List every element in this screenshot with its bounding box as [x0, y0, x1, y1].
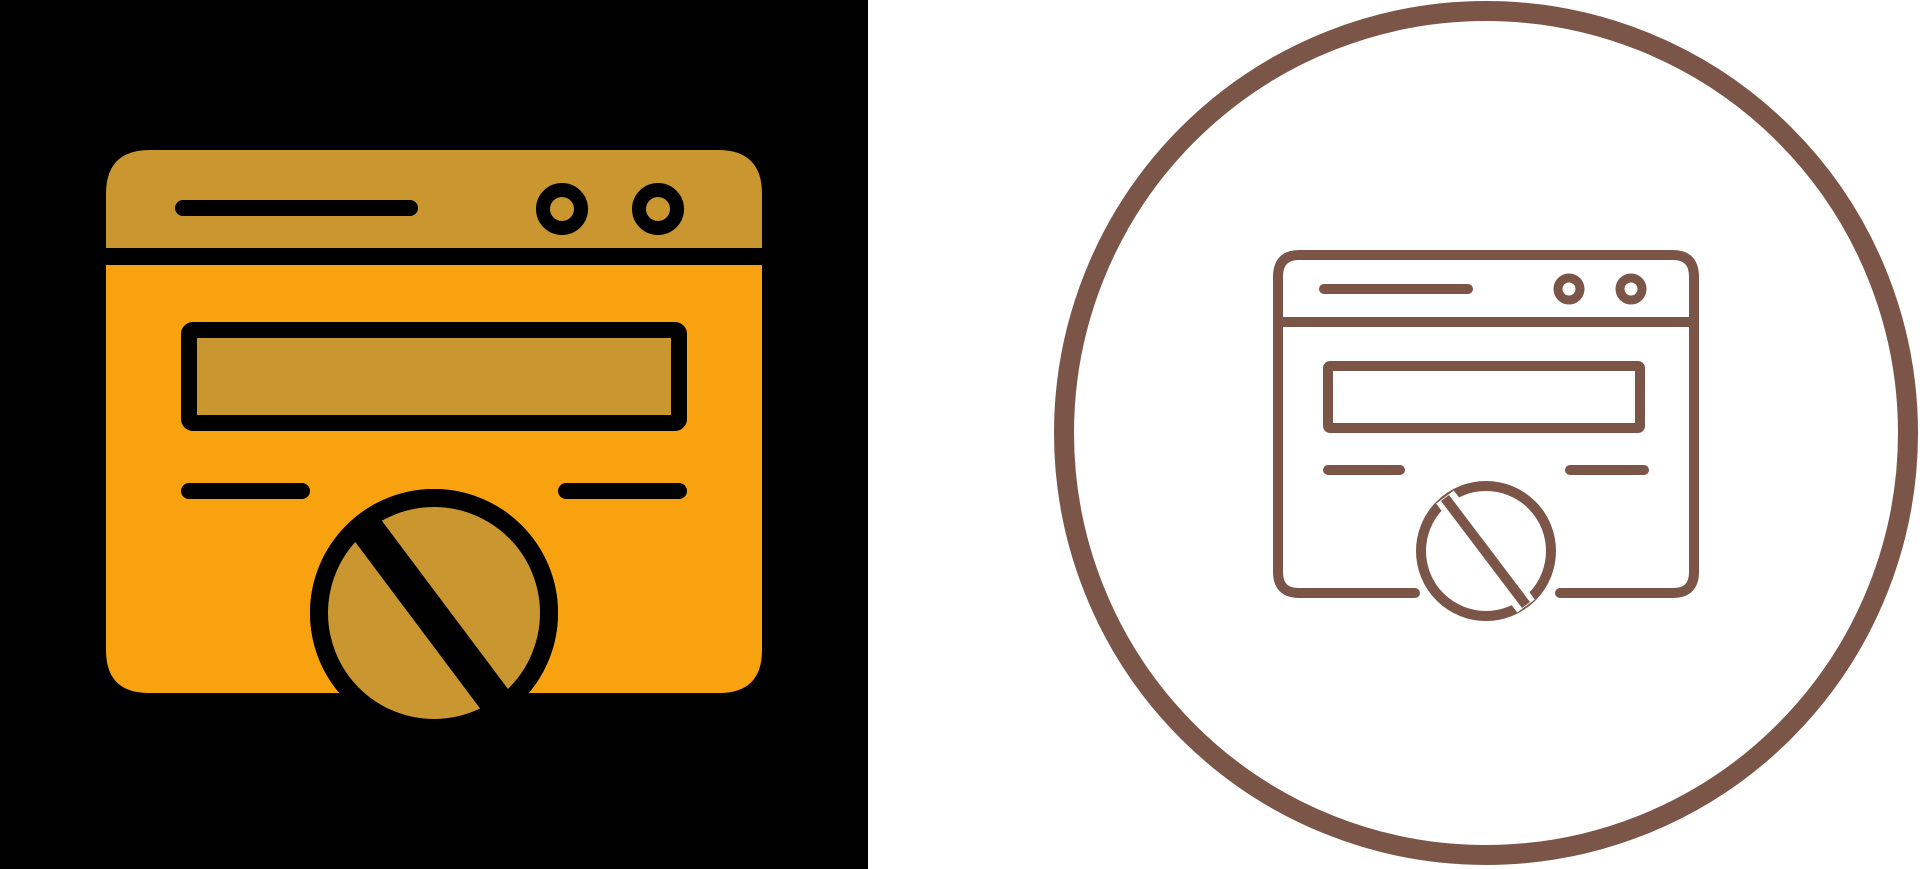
blocked-website-icon: [868, 0, 1920, 869]
panel-background: [868, 0, 1920, 869]
line-icon-panel: [868, 0, 1920, 869]
header-divider: [106, 248, 762, 265]
content-banner: [189, 330, 679, 423]
blocked-website-icon: [0, 0, 868, 869]
filled-icon-panel: [0, 0, 868, 869]
icon-showcase: [0, 0, 1920, 869]
